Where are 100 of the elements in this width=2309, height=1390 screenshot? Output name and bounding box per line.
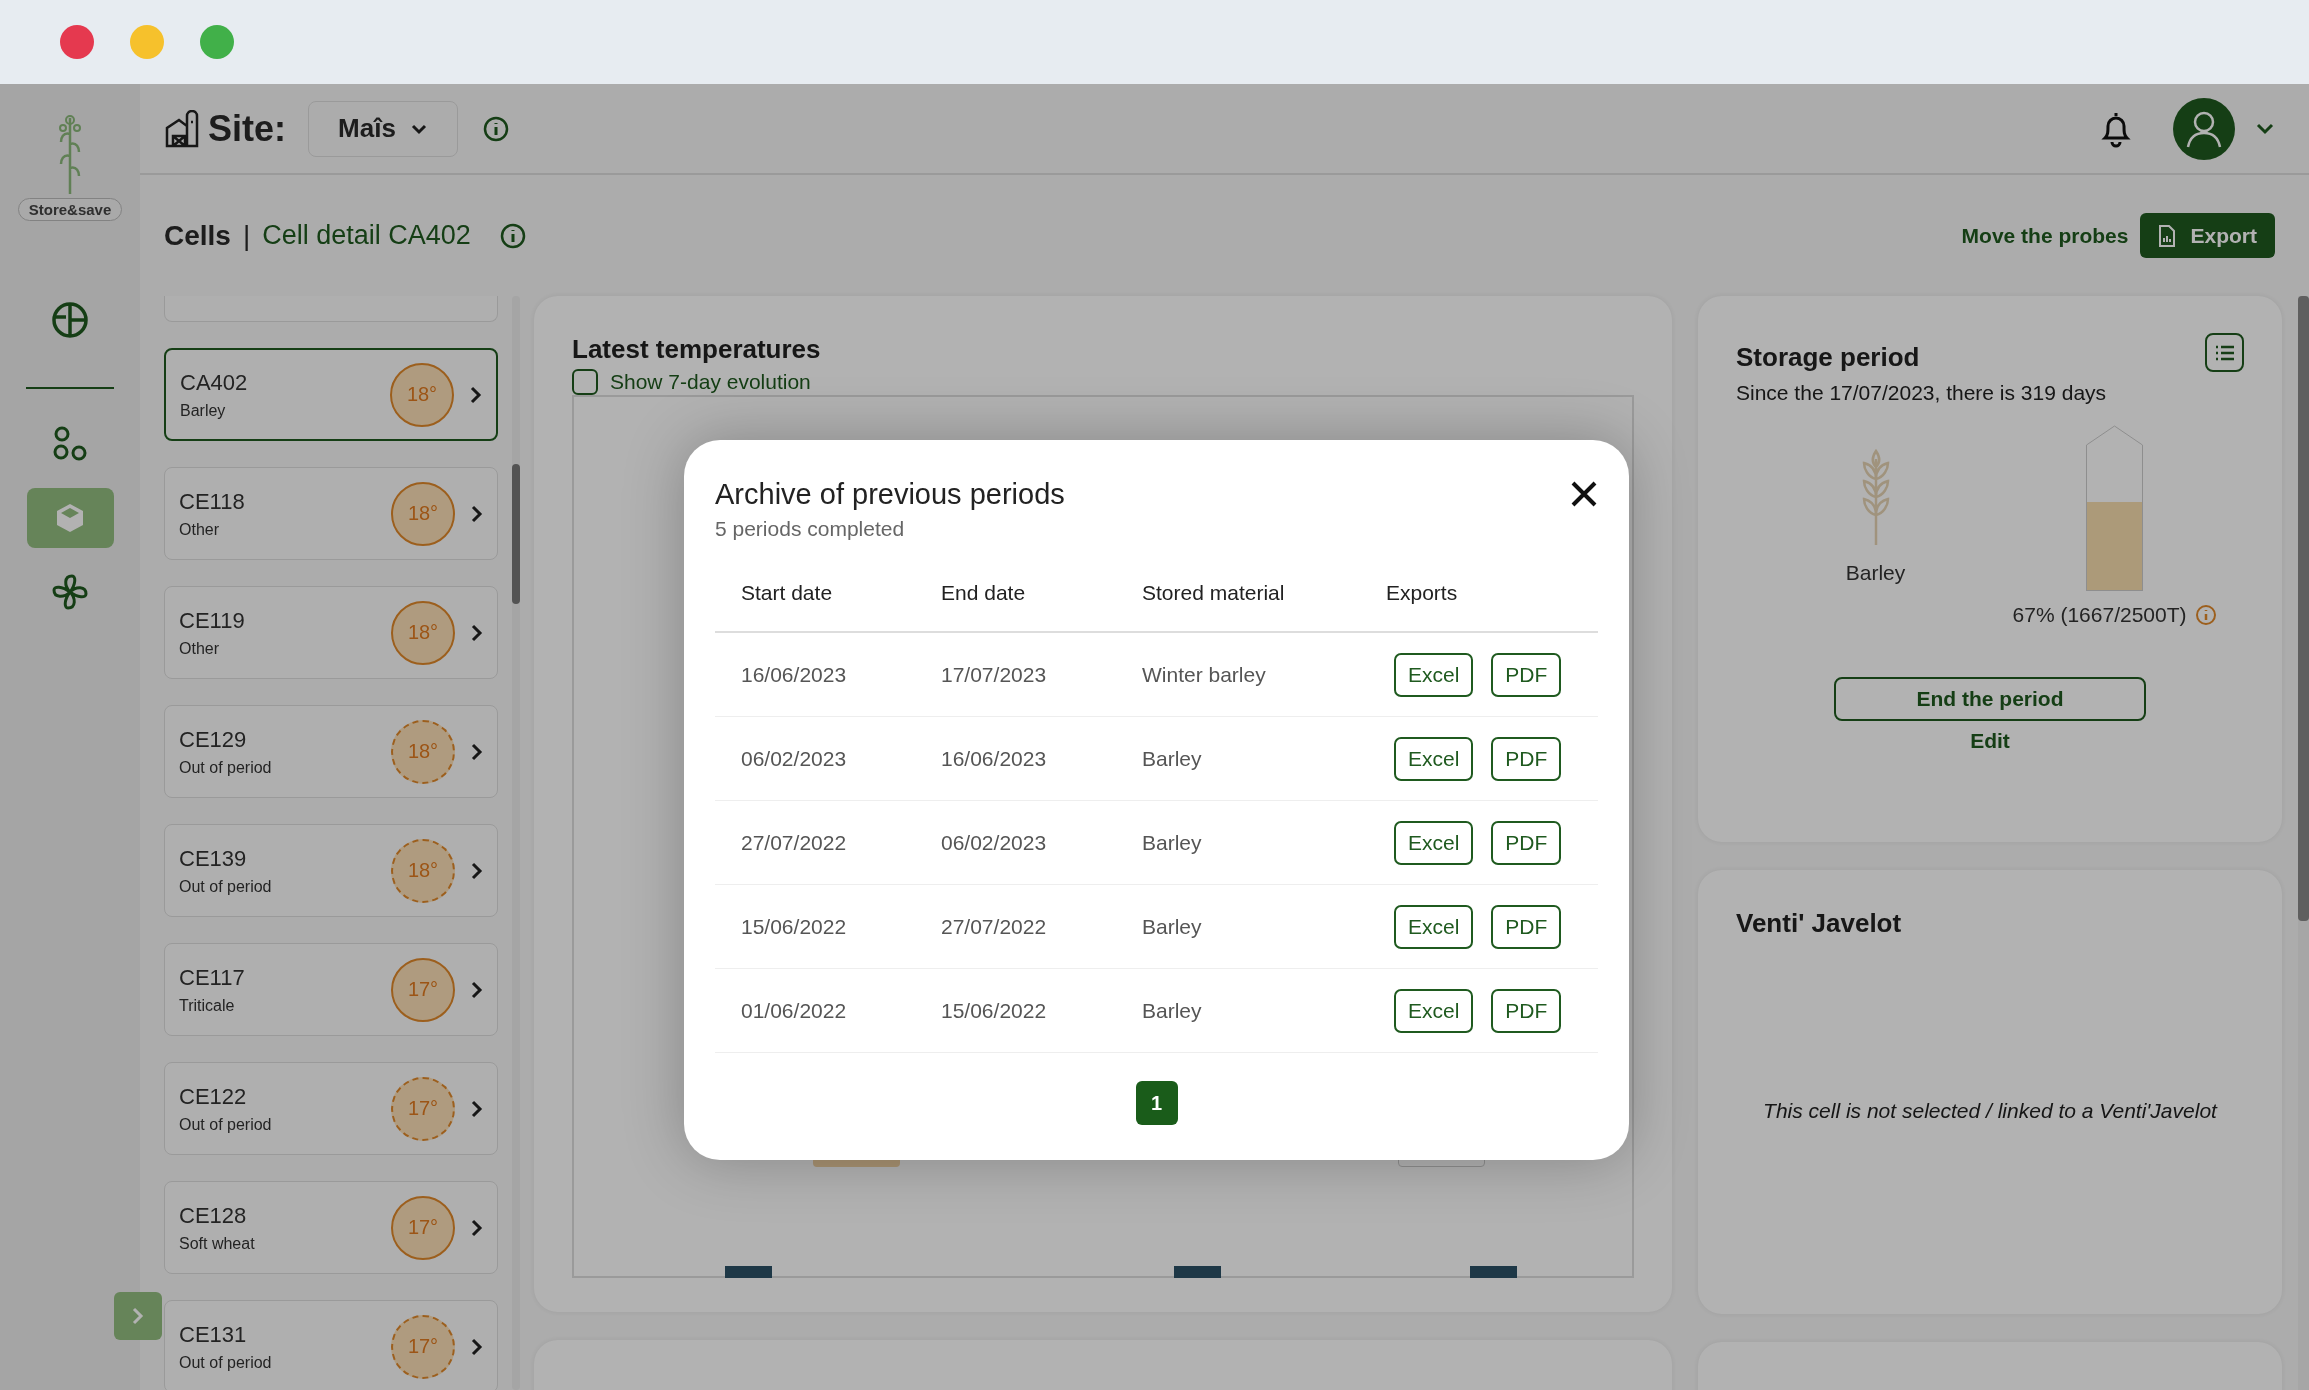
cell-material: Out of period <box>179 1353 273 1372</box>
scrollbar-thumb[interactable] <box>2298 296 2309 921</box>
card-subtitle: Since the 17/07/2023, there is 319 days <box>1736 381 2108 405</box>
export-file-button[interactable]: Excel <box>1394 652 1474 697</box>
dialog-title: Archive of previous periods <box>715 478 1065 511</box>
table-cell: 16/06/2023 <box>715 632 915 717</box>
breadcrumb-separator: | <box>242 219 251 252</box>
chevron-down-icon[interactable] <box>2255 121 2275 136</box>
breadcrumb-link[interactable]: Cells <box>164 219 231 252</box>
info-icon[interactable] <box>482 114 510 143</box>
fan-icon <box>50 572 90 612</box>
breadcrumb-current: Cell detail CA402 <box>262 220 471 251</box>
cell-code: CE128 <box>179 1202 248 1229</box>
export-button[interactable]: Export <box>2140 213 2275 258</box>
export-file-button[interactable]: PDF <box>1491 904 1562 949</box>
cell-card[interactable]: CA402 Barley 18° <box>164 348 498 441</box>
dialog-subtitle: 5 periods completed <box>715 517 906 541</box>
cell-code: CE118 <box>179 488 246 515</box>
table-cell: 27/07/2022 <box>715 800 915 885</box>
cell-card[interactable]: CE139 Out of period 18° <box>164 824 498 917</box>
window-control[interactable] <box>60 25 94 59</box>
chevron-right-icon <box>471 1218 483 1237</box>
chart-bar <box>1470 1266 1517 1278</box>
cell-code: CE139 <box>179 845 248 872</box>
temperature-badge: 17° <box>391 1195 455 1260</box>
checkbox-label: Show 7-day evolution <box>610 370 811 394</box>
cell-code: CE122 <box>179 1083 248 1110</box>
chevron-right-icon <box>471 742 483 761</box>
export-file-button[interactable]: Excel <box>1394 736 1474 781</box>
cell-card[interactable]: CE118 Other 18° <box>164 467 498 560</box>
cell-code: CA402 <box>180 369 249 396</box>
cell-code: CE117 <box>179 964 246 991</box>
table-cell: 15/06/2022 <box>915 968 1116 1053</box>
cell-card[interactable]: CE129 Out of period 18° <box>164 705 498 798</box>
move-probes-link[interactable]: Move the probes <box>1961 223 2129 248</box>
table-cell: 27/07/2022 <box>915 884 1116 969</box>
checkbox[interactable] <box>572 369 598 395</box>
cell-material: Triticale <box>179 996 236 1015</box>
card-title: Storage period <box>1736 342 1920 373</box>
table-cell: Barley <box>1116 968 1360 1053</box>
cell-code: CE129 <box>179 726 248 753</box>
table-cell: 06/02/2023 <box>715 716 915 801</box>
empty-message: This cell is not selected / linked to a Venti'Javelot <box>1762 1099 2219 1123</box>
table-cell: 15/06/2022 <box>715 884 915 969</box>
column-header: Stored material <box>1116 555 1360 632</box>
nodes-icon <box>51 425 89 463</box>
chevron-right-icon <box>471 623 483 642</box>
table-cell: Barley <box>1116 800 1360 885</box>
brand-name: Store&save <box>17 198 123 221</box>
export-file-button[interactable]: PDF <box>1491 820 1562 865</box>
scrollbar-thumb[interactable] <box>512 464 520 604</box>
cell-card[interactable]: CE131 Out of period 17° <box>164 1300 498 1390</box>
temperature-badge: 18° <box>391 838 455 903</box>
cube-icon <box>54 502 86 534</box>
cell-code: CE131 <box>179 1321 248 1348</box>
sector-icon <box>51 301 89 339</box>
export-file-button[interactable]: Excel <box>1394 904 1474 949</box>
temperature-badge: 17° <box>391 1314 455 1379</box>
cell-material: Other <box>179 520 220 539</box>
list-icon <box>2213 343 2236 362</box>
chart-bar <box>1174 1266 1221 1278</box>
cell-material: Out of period <box>179 1115 273 1134</box>
export-file-button[interactable]: PDF <box>1491 736 1562 781</box>
chevron-right-icon <box>471 504 483 523</box>
fill-reading: 67% (1667/2500T) <box>2012 603 2187 627</box>
chevron-right-icon <box>131 1306 145 1326</box>
end-period-button[interactable]: End the period <box>1834 677 2146 721</box>
export-file-button[interactable]: PDF <box>1491 988 1562 1033</box>
card-title: Venti' Javelot <box>1736 908 1902 939</box>
site-dropdown[interactable]: Maîs <box>308 100 458 157</box>
cell-card[interactable]: CE128 Soft wheat 17° <box>164 1181 498 1274</box>
export-file-button[interactable]: Excel <box>1394 988 1474 1033</box>
page-button[interactable]: 1 <box>1135 1081 1178 1125</box>
table-cell: 06/02/2023 <box>915 800 1116 885</box>
chevron-right-icon <box>471 1337 483 1356</box>
card-title: Latest temperatures <box>572 334 821 365</box>
close-button[interactable] <box>1570 480 1598 508</box>
temperature-badge: 18° <box>391 719 455 784</box>
table-cell: Barley <box>1116 716 1360 801</box>
column-header: Start date <box>715 555 915 632</box>
chart-bar <box>725 1266 772 1278</box>
cell-material: Out of period <box>179 877 273 896</box>
cell-material: Out of period <box>179 758 273 777</box>
export-file-button[interactable]: Excel <box>1394 820 1474 865</box>
site-label: Site: <box>208 107 286 150</box>
material-label: Barley <box>1845 561 1906 585</box>
cell-card[interactable]: CE117 Triticale 17° <box>164 943 498 1036</box>
edit-link[interactable]: Edit <box>1970 729 2010 753</box>
info-icon[interactable] <box>498 221 527 250</box>
export-file-button[interactable]: PDF <box>1491 652 1562 697</box>
table-cell: 01/06/2022 <box>715 968 915 1053</box>
cell-card[interactable]: CE119 Other 18° <box>164 586 498 679</box>
temperature-badge: 18° <box>390 362 454 427</box>
list-button[interactable] <box>2205 333 2244 372</box>
cell-material: Soft wheat <box>179 1234 256 1253</box>
temperature-badge: 18° <box>391 481 455 546</box>
chevron-right-icon <box>471 1099 483 1118</box>
cell-card[interactable]: CE122 Out of period 17° <box>164 1062 498 1155</box>
document-icon <box>2158 223 2177 248</box>
chevron-right-icon <box>471 980 483 999</box>
